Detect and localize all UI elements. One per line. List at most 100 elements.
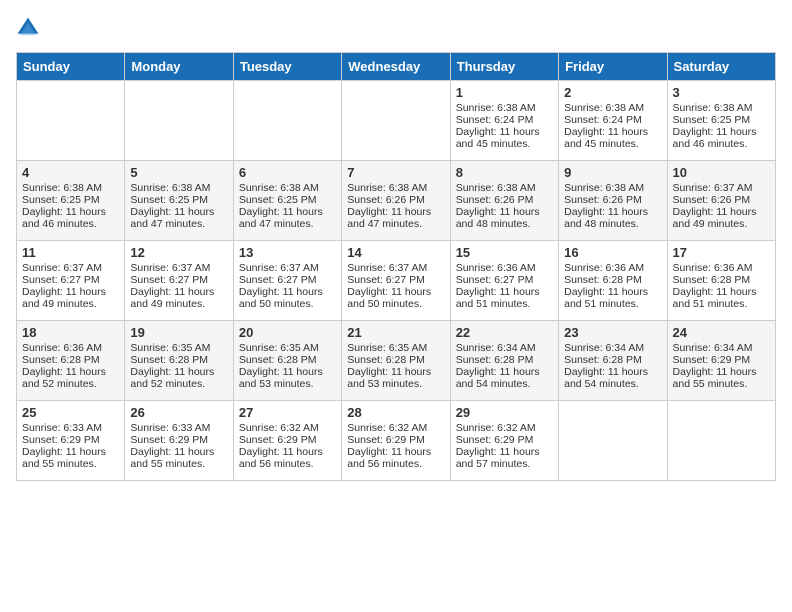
sunset-text: Sunset: 6:29 PM xyxy=(239,434,336,446)
sunset-text: Sunset: 6:28 PM xyxy=(239,354,336,366)
logo-icon xyxy=(16,16,40,40)
sunrise-text: Sunrise: 6:38 AM xyxy=(239,182,336,194)
sunset-text: Sunset: 6:29 PM xyxy=(130,434,227,446)
day-number: 8 xyxy=(456,165,553,180)
calendar-cell: 11Sunrise: 6:37 AMSunset: 6:27 PMDayligh… xyxy=(17,241,125,321)
calendar-week-row: 25Sunrise: 6:33 AMSunset: 6:29 PMDayligh… xyxy=(17,401,776,481)
sunset-text: Sunset: 6:27 PM xyxy=(130,274,227,286)
calendar-cell: 6 Sunrise: 6:38 AMSunset: 6:25 PMDaylight… xyxy=(233,161,341,241)
calendar-cell: 28 Sunrise: 6:32 AMSunset: 6:29 PMDayligh… xyxy=(342,401,450,481)
calendar-cell xyxy=(667,401,775,481)
day-header: Thursday xyxy=(450,53,558,81)
day-header: Sunday xyxy=(17,53,125,81)
day-number: 4 xyxy=(22,165,119,180)
day-number: 26 xyxy=(130,405,227,420)
day-number: 6 xyxy=(239,165,336,180)
calendar-cell: 24Sunrise: 6:34 AMSunset: 6:29 PMDayligh… xyxy=(667,321,775,401)
calendar-cell: 5Sunrise: 6:38 AMSunset: 6:25 PMDaylight… xyxy=(125,161,233,241)
sunrise-text: Sunrise: 6:32 AM xyxy=(347,422,444,434)
calendar-cell: 18Sunrise: 6:36 AMSunset: 6:28 PMDayligh… xyxy=(17,321,125,401)
calendar-cell: 16Sunrise: 6:36 AMSunset: 6:28 PMDayligh… xyxy=(559,241,667,321)
day-header: Friday xyxy=(559,53,667,81)
day-number: 18 xyxy=(22,325,119,340)
daylight-text: Daylight: 11 hours and 45 minutes. xyxy=(456,126,553,150)
day-number: 20 xyxy=(239,325,336,340)
daylight-text: Daylight: 11 hours and 52 minutes. xyxy=(130,366,227,390)
calendar-cell xyxy=(17,81,125,161)
sunrise-text: Sunrise: 6:37 AM xyxy=(673,182,770,194)
day-number: 25 xyxy=(22,405,119,420)
day-number: 3 xyxy=(673,85,770,100)
sunrise-text: Sunrise: 6:32 AM xyxy=(456,422,553,434)
calendar-cell: 15Sunrise: 6:36 AMSunset: 6:27 PMDayligh… xyxy=(450,241,558,321)
calendar-cell: 19Sunrise: 6:35 AMSunset: 6:28 PMDayligh… xyxy=(125,321,233,401)
daylight-text: Daylight: 11 hours and 56 minutes. xyxy=(347,446,444,470)
day-number: 13 xyxy=(239,245,336,260)
sunrise-text: Sunrise: 6:36 AM xyxy=(456,262,553,274)
calendar-week-row: 1Sunrise: 6:38 AMSunset: 6:24 PMDaylight… xyxy=(17,81,776,161)
sunrise-text: Sunrise: 6:36 AM xyxy=(673,262,770,274)
sunset-text: Sunset: 6:28 PM xyxy=(456,354,553,366)
sunrise-text: Sunrise: 6:38 AM xyxy=(347,182,444,194)
calendar-cell: 29Sunrise: 6:32 AMSunset: 6:29 PMDayligh… xyxy=(450,401,558,481)
day-number: 14 xyxy=(347,245,444,260)
sunrise-text: Sunrise: 6:38 AM xyxy=(22,182,119,194)
calendar-cell: 2Sunrise: 6:38 AMSunset: 6:24 PMDaylight… xyxy=(559,81,667,161)
sunrise-text: Sunrise: 6:38 AM xyxy=(130,182,227,194)
daylight-text: Daylight: 11 hours and 52 minutes. xyxy=(22,366,119,390)
daylight-text: Daylight: 11 hours and 47 minutes. xyxy=(347,206,444,230)
daylight-text: Daylight: 11 hours and 55 minutes. xyxy=(673,366,770,390)
calendar-week-row: 11Sunrise: 6:37 AMSunset: 6:27 PMDayligh… xyxy=(17,241,776,321)
sunset-text: Sunset: 6:24 PM xyxy=(456,114,553,126)
day-number: 29 xyxy=(456,405,553,420)
calendar-cell: 26 Sunrise: 6:33 AMSunset: 6:29 PMDayligh… xyxy=(125,401,233,481)
daylight-text: Daylight: 11 hours and 46 minutes. xyxy=(22,206,119,230)
day-header: Monday xyxy=(125,53,233,81)
day-number: 27 xyxy=(239,405,336,420)
sunrise-text: Sunrise: 6:34 AM xyxy=(673,342,770,354)
calendar-cell: 12Sunrise: 6:37 AMSunset: 6:27 PMDayligh… xyxy=(125,241,233,321)
daylight-text: Daylight: 11 hours and 47 minutes. xyxy=(239,206,336,230)
day-number: 1 xyxy=(456,85,553,100)
sunrise-text: Sunrise: 6:34 AM xyxy=(456,342,553,354)
day-number: 21 xyxy=(347,325,444,340)
sunset-text: Sunset: 6:28 PM xyxy=(564,354,661,366)
day-number: 28 xyxy=(347,405,444,420)
calendar-week-row: 4Sunrise: 6:38 AMSunset: 6:25 PMDaylight… xyxy=(17,161,776,241)
sunset-text: Sunset: 6:25 PM xyxy=(130,194,227,206)
calendar-cell: 13Sunrise: 6:37 AMSunset: 6:27 PMDayligh… xyxy=(233,241,341,321)
sunrise-text: Sunrise: 6:33 AM xyxy=(130,422,227,434)
sunrise-text: Sunrise: 6:35 AM xyxy=(347,342,444,354)
calendar-cell: 1Sunrise: 6:38 AMSunset: 6:24 PMDaylight… xyxy=(450,81,558,161)
sunrise-text: Sunrise: 6:38 AM xyxy=(564,102,661,114)
daylight-text: Daylight: 11 hours and 49 minutes. xyxy=(673,206,770,230)
page-header xyxy=(16,16,776,40)
daylight-text: Daylight: 11 hours and 56 minutes. xyxy=(239,446,336,470)
day-header: Wednesday xyxy=(342,53,450,81)
calendar-cell xyxy=(125,81,233,161)
sunrise-text: Sunrise: 6:36 AM xyxy=(22,342,119,354)
sunset-text: Sunset: 6:29 PM xyxy=(347,434,444,446)
daylight-text: Daylight: 11 hours and 55 minutes. xyxy=(130,446,227,470)
sunset-text: Sunset: 6:26 PM xyxy=(564,194,661,206)
calendar-body: 1Sunrise: 6:38 AMSunset: 6:24 PMDaylight… xyxy=(17,81,776,481)
daylight-text: Daylight: 11 hours and 53 minutes. xyxy=(239,366,336,390)
daylight-text: Daylight: 11 hours and 45 minutes. xyxy=(564,126,661,150)
sunset-text: Sunset: 6:27 PM xyxy=(347,274,444,286)
daylight-text: Daylight: 11 hours and 51 minutes. xyxy=(673,286,770,310)
daylight-text: Daylight: 11 hours and 50 minutes. xyxy=(347,286,444,310)
calendar-cell xyxy=(342,81,450,161)
sunset-text: Sunset: 6:27 PM xyxy=(22,274,119,286)
calendar-table: SundayMondayTuesdayWednesdayThursdayFrid… xyxy=(16,52,776,481)
calendar-cell: 8Sunrise: 6:38 AMSunset: 6:26 PMDaylight… xyxy=(450,161,558,241)
day-number: 12 xyxy=(130,245,227,260)
sunset-text: Sunset: 6:27 PM xyxy=(456,274,553,286)
calendar-cell: 21Sunrise: 6:35 AMSunset: 6:28 PMDayligh… xyxy=(342,321,450,401)
sunset-text: Sunset: 6:25 PM xyxy=(239,194,336,206)
sunset-text: Sunset: 6:25 PM xyxy=(22,194,119,206)
sunset-text: Sunset: 6:28 PM xyxy=(564,274,661,286)
day-number: 17 xyxy=(673,245,770,260)
calendar-week-row: 18Sunrise: 6:36 AMSunset: 6:28 PMDayligh… xyxy=(17,321,776,401)
calendar-cell: 10Sunrise: 6:37 AMSunset: 6:26 PMDayligh… xyxy=(667,161,775,241)
daylight-text: Daylight: 11 hours and 49 minutes. xyxy=(22,286,119,310)
